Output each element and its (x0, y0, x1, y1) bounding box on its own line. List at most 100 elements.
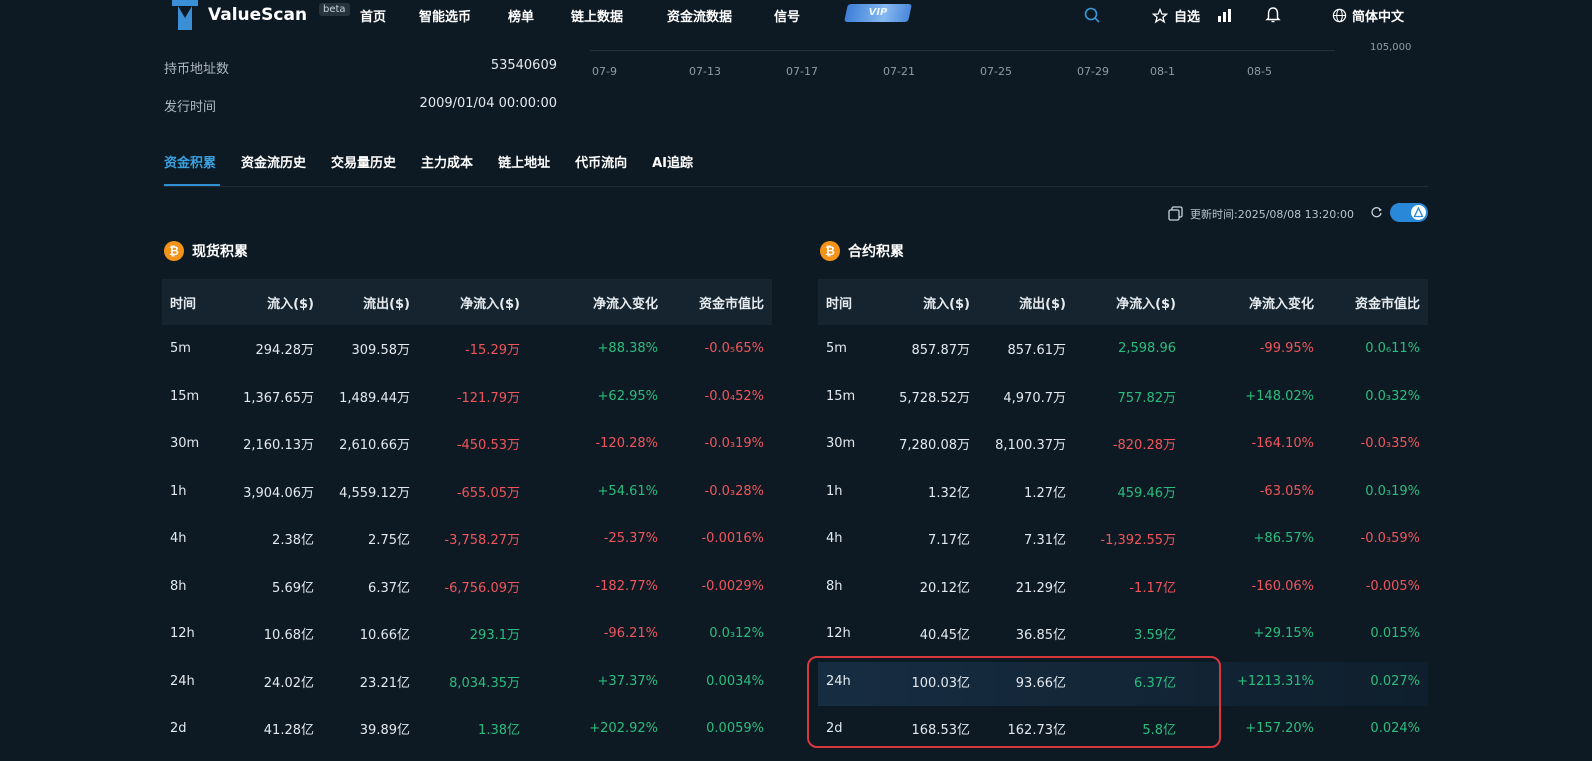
globe-icon (1332, 8, 1347, 23)
table-cell: 41.28亿 (263, 723, 314, 739)
table-cell: -0.0016% (701, 531, 764, 547)
table-cell: 4,559.12万 (339, 485, 410, 501)
column-header[interactable]: 资金市值比 (1322, 279, 1428, 325)
table-row[interactable]: 24h 24.02亿 23.21亿 8,034.35万 +37.37% 0.0034% (162, 658, 772, 706)
column-header[interactable]: 资金市值比 (666, 279, 772, 325)
tab-bar: 资金积累 资金流历史 交易量历史 主力成本 链上地址 代币流向 AI追踪 (164, 152, 718, 171)
nav-rankings[interactable]: 榜单 (508, 6, 534, 25)
x-tick: 08-1 (1150, 65, 1175, 78)
table-cell: 294.28万 (255, 343, 315, 359)
table-cell: 2.75亿 (368, 533, 410, 549)
table-cell: -120.28% (595, 436, 658, 452)
table-row[interactable]: 5m 857.87万 857.61万 2,598.96 -99.95% 0.0₆11% (818, 325, 1428, 373)
vip-badge[interactable]: VIP (844, 4, 912, 22)
star-icon (1152, 7, 1168, 23)
column-header[interactable]: 流入($) (226, 279, 322, 325)
table-cell: +86.57% (1253, 531, 1314, 547)
table-cell: 7,280.08万 (899, 438, 970, 454)
column-header[interactable]: 时间 (162, 279, 226, 325)
table-cell: -0.0₄52% (704, 388, 764, 404)
table-cell: +202.92% (589, 721, 658, 737)
table-row[interactable]: 12h 10.68亿 10.66亿 293.1万 -96.21% 0.0₃12% (162, 610, 772, 658)
table-row[interactable]: 30m 7,280.08万 8,100.37万 -820.28万 -164.10% -0.… (818, 420, 1428, 468)
table-header-row: 时间 流入($) 流出($) 净流入($) 净流入变化 资金市值比 (818, 279, 1428, 325)
column-header[interactable]: 流入($) (882, 279, 978, 325)
table-row[interactable]: 4h 2.38亿 2.75亿 -3,758.27万 -25.37% -0.0016% (162, 515, 772, 563)
tab-ai-tracking[interactable]: AI追踪 (652, 152, 693, 171)
table-cell: 8h (826, 578, 843, 594)
beta-badge: beta (319, 3, 350, 16)
language-selector[interactable]: 简体中文 (1332, 6, 1404, 25)
table-cell: 30m (170, 436, 200, 452)
table-cell: 0.0₆11% (1365, 341, 1420, 357)
table-cell: 3.59亿 (1134, 628, 1176, 644)
auto-refresh-toggle[interactable] (1390, 203, 1428, 222)
column-header[interactable]: 时间 (818, 279, 882, 325)
bell-icon[interactable] (1264, 6, 1282, 24)
table-cell: -0.0₅65% (704, 341, 764, 357)
table-cell: -450.53万 (456, 438, 520, 454)
top-nav: ValueScan beta 首页 智能选币 榜单 链上数据 资金流数据 信号 … (0, 0, 1592, 30)
table-cell: 2,160.13万 (243, 438, 314, 454)
table-cell: -164.10% (1251, 436, 1314, 452)
column-header[interactable]: 净流入($) (1074, 279, 1184, 325)
table-row[interactable]: 15m 1,367.65万 1,489.44万 -121.79万 +62.95% -0.0… (162, 373, 772, 421)
nav-fund-flow-data[interactable]: 资金流数据 (667, 6, 732, 25)
table-row[interactable]: 8h 5.69亿 6.37亿 -6,756.09万 -182.77% -0.0029% (162, 563, 772, 611)
column-header[interactable]: 净流入($) (418, 279, 528, 325)
table-cell: 1.32亿 (928, 485, 970, 501)
table-row[interactable]: 12h 40.45亿 36.85亿 3.59亿 +29.15% 0.015% (818, 610, 1428, 658)
tab-onchain-address[interactable]: 链上地址 (498, 152, 550, 171)
chart-x-axis (590, 50, 1335, 51)
table-row[interactable]: 2d 41.28亿 39.89亿 1.38亿 +202.92% 0.0059% (162, 705, 772, 753)
table-cell: 36.85亿 (1015, 628, 1066, 644)
table-cell: 8,100.37万 (995, 438, 1066, 454)
nav-home[interactable]: 首页 (360, 6, 386, 25)
table-row[interactable]: 8h 20.12亿 21.29亿 -1.17亿 -160.06% -0.005% (818, 563, 1428, 611)
table-row[interactable]: 15m 5,728.52万 4,970.7万 757.82万 +148.02% 0.0₃3… (818, 373, 1428, 421)
nav-signals[interactable]: 信号 (774, 6, 800, 25)
table-cell: 1h (826, 483, 843, 499)
spot-accumulation-table: 时间 流入($) 流出($) 净流入($) 净流入变化 资金市值比 5m 294.… (162, 279, 772, 753)
tab-main-cost[interactable]: 主力成本 (421, 152, 473, 171)
refresh-icon[interactable] (1370, 206, 1383, 219)
column-header[interactable]: 流出($) (978, 279, 1074, 325)
column-header[interactable]: 流出($) (322, 279, 418, 325)
tab-volume-history[interactable]: 交易量历史 (331, 152, 396, 171)
column-header[interactable]: 净流入变化 (528, 279, 666, 325)
tab-fund-accumulation[interactable]: 资金积累 (164, 152, 216, 171)
bitcoin-icon: ₿ (164, 241, 184, 261)
table-row[interactable]: 1h 3,904.06万 4,559.12万 -655.05万 +54.61% -0.0₃… (162, 468, 772, 516)
table-cell: 20.12亿 (919, 580, 970, 596)
table-cell: 6.37亿 (368, 580, 410, 596)
table-cell: 2d (170, 721, 187, 737)
nav-smart-pick[interactable]: 智能选币 (419, 6, 471, 25)
copy-icon[interactable] (1168, 206, 1183, 221)
table-cell: -1.17亿 (1129, 580, 1176, 596)
bar-chart-icon[interactable] (1216, 6, 1234, 24)
table-row[interactable]: 4h 7.17亿 7.31亿 -1,392.55万 +86.57% -0.0₃59% (818, 515, 1428, 563)
tab-fund-flow-history[interactable]: 资金流历史 (241, 152, 306, 171)
spot-section-title: ₿ 现货积累 (164, 241, 248, 261)
nav-onchain-data[interactable]: 链上数据 (571, 6, 623, 25)
x-tick: 07-17 (786, 65, 818, 78)
table-cell: 0.027% (1370, 673, 1420, 689)
table-cell: -6,756.09万 (444, 580, 520, 596)
search-icon[interactable] (1083, 6, 1101, 24)
tab-token-flow[interactable]: 代币流向 (575, 152, 627, 171)
valuescan-logo-icon[interactable] (172, 0, 198, 30)
table-cell: -3,758.27万 (444, 533, 520, 549)
y-tick: 105,000 (1370, 42, 1412, 53)
brand-name[interactable]: ValueScan (208, 5, 307, 25)
table-cell: -99.95% (1259, 341, 1314, 357)
table-cell: 15m (826, 388, 856, 404)
table-row[interactable]: 5m 294.28万 309.58万 -15.29万 +88.38% -0.0₅65% (162, 325, 772, 373)
favorites-button[interactable]: 自选 (1152, 6, 1200, 25)
table-cell: -160.06% (1251, 578, 1314, 594)
vip-label: VIP (868, 7, 888, 18)
column-header[interactable]: 净流入变化 (1184, 279, 1322, 325)
table-row[interactable]: 30m 2,160.13万 2,610.66万 -450.53万 -120.28% -0.… (162, 420, 772, 468)
table-cell: 1h (170, 483, 187, 499)
table-row[interactable]: 1h 1.32亿 1.27亿 459.46万 -63.05% 0.0₃19% (818, 468, 1428, 516)
table-cell: 459.46万 (1117, 485, 1177, 501)
